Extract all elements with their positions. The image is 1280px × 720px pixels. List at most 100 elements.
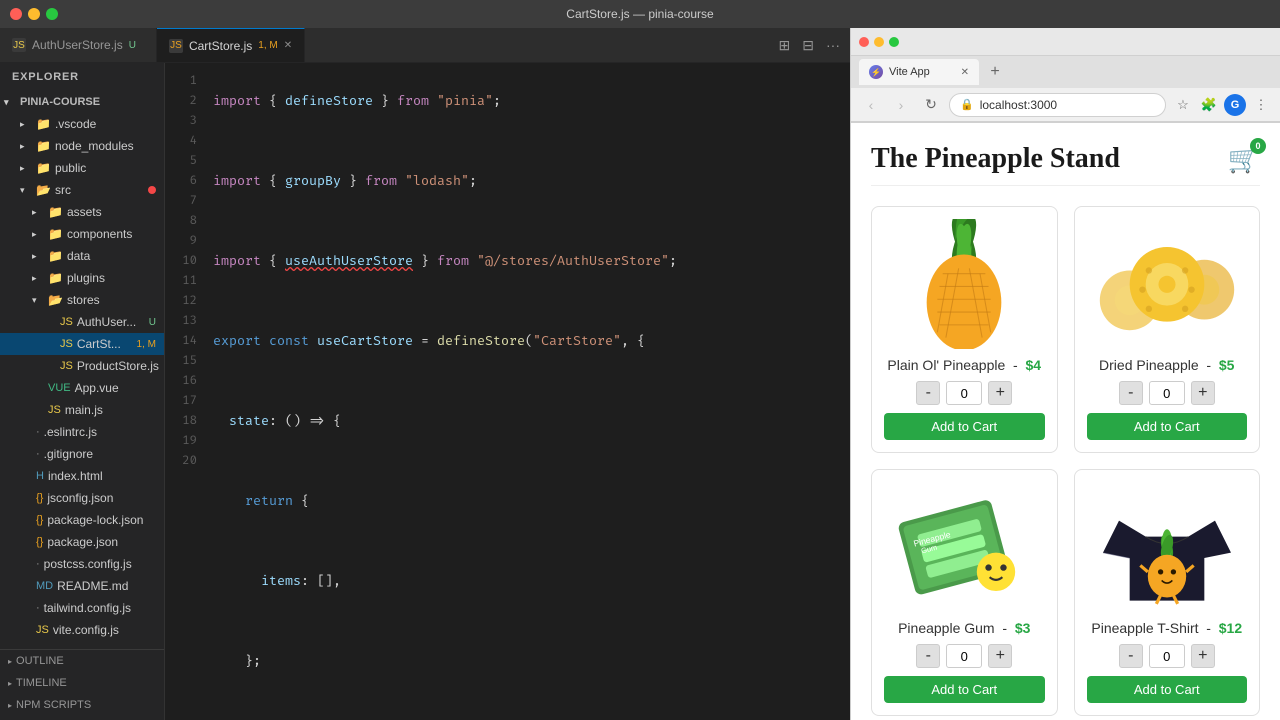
- close-tab-icon[interactable]: ✕: [284, 40, 292, 51]
- qty-input-2[interactable]: [946, 644, 982, 668]
- sidebar-item-eslintrc[interactable]: ▸ · .eslintrc.js: [0, 421, 164, 443]
- qty-increase-0[interactable]: +: [988, 381, 1012, 405]
- traffic-lights: [10, 8, 58, 20]
- sidebar-item-jsconfig[interactable]: ▸ {} jsconfig.json: [0, 487, 164, 509]
- browser-tab-vite[interactable]: ⚡ Vite App ✕: [859, 59, 979, 85]
- add-to-cart-button-3[interactable]: Add to Cart: [1087, 676, 1248, 703]
- cartstore-filename: CartSt...: [77, 337, 121, 351]
- sidebar-item-mainjs[interactable]: ▸ JS main.js: [0, 399, 164, 421]
- project-name[interactable]: ▾ PINIA-COURSE: [0, 91, 164, 113]
- minimize-button[interactable]: [28, 8, 40, 20]
- npm-arrow: ▸: [8, 701, 12, 710]
- sidebar-item-src[interactable]: ▾ 📂 src: [0, 179, 164, 201]
- outline-section[interactable]: ▸ OUTLINE: [0, 650, 164, 672]
- sidebar-item-appvue[interactable]: ▸ VUE App.vue: [0, 377, 164, 399]
- npm-scripts-label: NPM SCRIPTS: [16, 699, 91, 711]
- product-image-pineapple-gum: Pineapple Gum: [884, 482, 1044, 612]
- cart-badge: 0: [1250, 138, 1266, 154]
- qty-increase-2[interactable]: +: [988, 644, 1012, 668]
- extensions-icon[interactable]: 🧩: [1198, 94, 1220, 116]
- cart-icon-wrap[interactable]: 🛒 0: [1228, 144, 1260, 175]
- src-arrow: ▾: [20, 185, 32, 196]
- npm-scripts-section[interactable]: ▸ NPM SCRIPTS: [0, 694, 164, 716]
- sidebar-item-assets[interactable]: ▸ 📁 assets: [0, 201, 164, 223]
- browser-minimize-button[interactable]: [874, 37, 884, 47]
- qty-input-0[interactable]: [946, 381, 982, 405]
- qty-increase-1[interactable]: +: [1191, 381, 1215, 405]
- sidebar-item-viteconfig[interactable]: ▸ JS vite.config.js: [0, 619, 164, 641]
- file-explorer-sidebar: EXPLORER ▾ PINIA-COURSE ▸ 📁 .vscode ▸ 📁: [0, 63, 165, 720]
- back-button[interactable]: ‹: [859, 93, 883, 117]
- product-price-0: $4: [1026, 357, 1042, 373]
- project-label: PINIA-COURSE: [20, 96, 100, 108]
- qty-decrease-0[interactable]: -: [916, 381, 940, 405]
- qty-decrease-3[interactable]: -: [1119, 644, 1143, 668]
- add-to-cart-button-2[interactable]: Add to Cart: [884, 676, 1045, 703]
- sidebar-item-plugins[interactable]: ▸ 📁 plugins: [0, 267, 164, 289]
- product-price-1: $5: [1219, 357, 1235, 373]
- stores-folder-icon: 📂: [48, 293, 63, 307]
- browser-settings-icon[interactable]: ⋮: [1250, 94, 1272, 116]
- sidebar-item-stores[interactable]: ▾ 📂 stores: [0, 289, 164, 311]
- tab-authuser[interactable]: JS AuthUserStore.js U: [0, 28, 157, 62]
- qty-increase-3[interactable]: +: [1191, 644, 1215, 668]
- forward-button[interactable]: ›: [889, 93, 913, 117]
- qty-input-3[interactable]: [1149, 644, 1185, 668]
- sidebar-item-gitignore[interactable]: ▸ · .gitignore: [0, 443, 164, 465]
- sidebar-item-productstore[interactable]: ▸ JS ProductStore.js: [0, 355, 164, 377]
- user-avatar[interactable]: G: [1224, 94, 1246, 116]
- postcss-filename: postcss.config.js: [44, 557, 132, 571]
- browser-close-button[interactable]: [859, 37, 869, 47]
- sidebar-item-public[interactable]: ▸ 📁 public: [0, 157, 164, 179]
- mainjs-file-icon: JS: [48, 404, 61, 416]
- sidebar-item-cartstore[interactable]: ▸ JS CartSt... 1, M: [0, 333, 164, 355]
- sidebar-item-vscode[interactable]: ▸ 📁 .vscode: [0, 113, 164, 135]
- vscode-label: .vscode: [55, 117, 96, 131]
- sidebar-item-readme[interactable]: ▸ MD README.md: [0, 575, 164, 597]
- address-bar[interactable]: 🔒 localhost:3000: [949, 93, 1166, 117]
- ide-panel: JS AuthUserStore.js U JS CartStore.js 1,…: [0, 28, 850, 720]
- line-8: [205, 371, 850, 391]
- qty-decrease-1[interactable]: -: [1119, 381, 1143, 405]
- browser-maximize-button[interactable]: [889, 37, 899, 47]
- qty-control-3: - +: [1119, 644, 1215, 668]
- sidebar-item-data[interactable]: ▸ 📁 data: [0, 245, 164, 267]
- bookmark-icon[interactable]: ☆: [1172, 94, 1194, 116]
- maximize-button[interactable]: [46, 8, 58, 20]
- mainjs-filename: main.js: [65, 403, 103, 417]
- line-12: [205, 531, 850, 551]
- timeline-label: TIMELINE: [16, 677, 67, 689]
- line-9: state: () => {: [205, 411, 850, 431]
- split-editor-icon[interactable]: ⊞: [779, 37, 791, 54]
- vite-favicon: ⚡: [869, 65, 883, 79]
- new-tab-button[interactable]: +: [983, 60, 1007, 84]
- jsconfig-filename: jsconfig.json: [47, 491, 113, 505]
- sidebar-item-packagelock[interactable]: ▸ {} package-lock.json: [0, 509, 164, 531]
- product-grid: Plain Ol' Pineapple - $4 - + Add to Cart: [871, 206, 1260, 716]
- sidebar-item-indexhtml[interactable]: ▸ H index.html: [0, 465, 164, 487]
- reload-button[interactable]: ↻: [919, 93, 943, 117]
- plugins-label: plugins: [67, 271, 105, 285]
- qty-decrease-2[interactable]: -: [916, 644, 940, 668]
- authuser-filename: AuthUser...: [77, 315, 136, 329]
- sidebar-item-node-modules[interactable]: ▸ 📁 node_modules: [0, 135, 164, 157]
- qty-input-1[interactable]: [1149, 381, 1185, 405]
- tab-cartstore[interactable]: JS CartStore.js 1, M ✕: [157, 28, 305, 62]
- packagejson-icon: {}: [36, 536, 43, 548]
- code-editor[interactable]: 12345 678910 1112131415 1617181920 impor…: [165, 63, 850, 720]
- more-actions-icon[interactable]: ···: [826, 37, 840, 53]
- close-button[interactable]: [10, 8, 22, 20]
- outline-arrow: ▸: [8, 657, 12, 666]
- line-7: export const useCartStore = defineStore(…: [205, 331, 850, 351]
- appvue-filename: App.vue: [75, 381, 119, 395]
- timeline-section[interactable]: ▸ TIMELINE: [0, 672, 164, 694]
- browser-tab-close-icon[interactable]: ✕: [961, 67, 969, 78]
- add-to-cart-button-1[interactable]: Add to Cart: [1087, 413, 1248, 440]
- sidebar-item-tailwind[interactable]: ▸ · tailwind.config.js: [0, 597, 164, 619]
- sidebar-item-postcss[interactable]: ▸ · postcss.config.js: [0, 553, 164, 575]
- sidebar-item-packagejson[interactable]: ▸ {} package.json: [0, 531, 164, 553]
- sidebar-item-authuser[interactable]: ▸ JS AuthUser... U: [0, 311, 164, 333]
- toggle-panel-icon[interactable]: ⊟: [802, 37, 814, 54]
- sidebar-item-components[interactable]: ▸ 📁 components: [0, 223, 164, 245]
- add-to-cart-button-0[interactable]: Add to Cart: [884, 413, 1045, 440]
